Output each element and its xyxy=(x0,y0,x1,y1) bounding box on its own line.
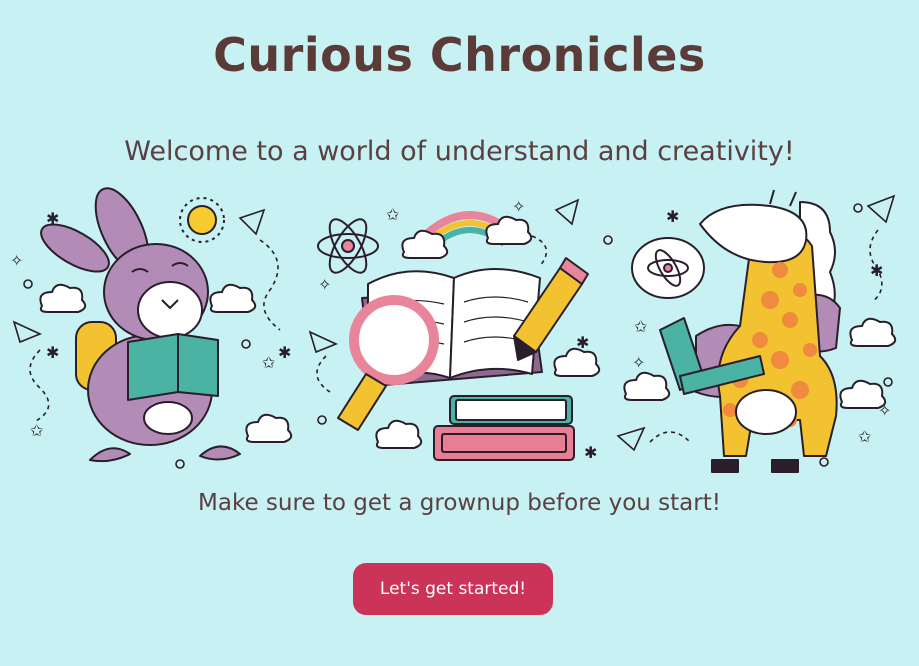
svg-text:✱: ✱ xyxy=(584,443,597,462)
svg-text:✱: ✱ xyxy=(576,333,589,352)
atom-icon xyxy=(317,218,379,274)
giraffe-reading-icon xyxy=(659,189,841,473)
svg-text:✧: ✧ xyxy=(318,275,331,294)
svg-text:✱: ✱ xyxy=(46,209,59,228)
welcome-text: Welcome to a world of understand and cre… xyxy=(124,136,795,167)
svg-text:✩: ✩ xyxy=(262,353,276,372)
thought-bubble-icon xyxy=(631,237,705,299)
grownup-note: Make sure to get a grownup before you st… xyxy=(198,490,721,516)
svg-text:✧: ✧ xyxy=(632,353,645,372)
page-title: Curious Chronicles xyxy=(213,28,706,82)
svg-text:✩: ✩ xyxy=(858,427,872,446)
svg-text:✩: ✩ xyxy=(30,421,44,440)
get-started-button[interactable]: Let's get started! xyxy=(353,563,553,615)
svg-text:✧: ✧ xyxy=(10,251,23,270)
svg-text:✩: ✩ xyxy=(386,205,400,224)
hero-illustration: ✱✩ ✧✱ ✩✱ ✧✩ ✧✱ ✱✱ ✩✧ ✱✩ ✧ xyxy=(10,187,897,473)
svg-text:✧: ✧ xyxy=(878,401,891,420)
svg-text:✱: ✱ xyxy=(278,343,291,362)
svg-text:✧: ✧ xyxy=(512,197,525,216)
svg-text:✩: ✩ xyxy=(634,317,648,336)
svg-text:✱: ✱ xyxy=(46,343,59,362)
svg-text:✱: ✱ xyxy=(870,261,883,280)
svg-text:✱: ✱ xyxy=(666,207,679,226)
bunny-reading-icon xyxy=(40,187,241,463)
